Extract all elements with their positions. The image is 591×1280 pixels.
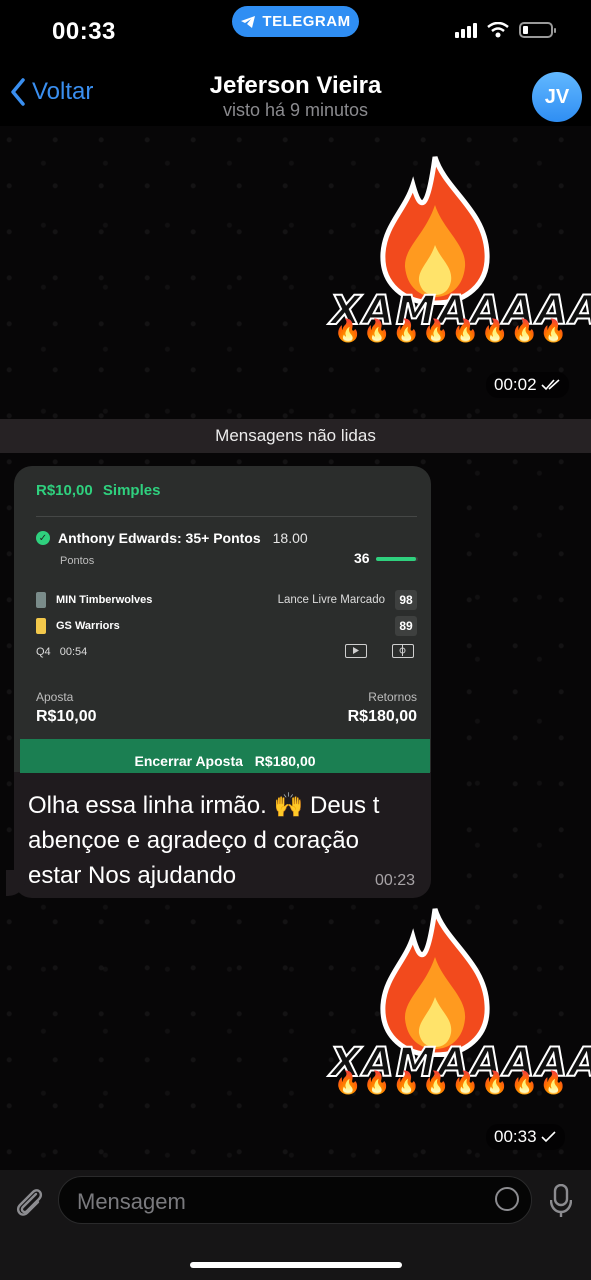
mic-icon[interactable] [550,1184,572,1218]
selection-title: Anthony Edwards: 35+ Pontos [58,530,261,546]
team-1-score: 98 [395,590,417,610]
check-icon [540,1131,556,1143]
status-time: 00:33 [52,18,116,45]
fire-icon: 🔥 [510,318,538,343]
stake-value: R$10,00 [36,708,97,725]
bet-message-bubble[interactable]: R$10,00 Simples ✓ Anthony Edwards: 35+ P… [14,466,431,898]
fire-icon: 🔥 [422,1070,450,1095]
fire-icon: 🔥 [539,1070,568,1095]
progress-value: 36 [354,550,370,566]
paperclip-icon [16,1189,43,1216]
home-indicator[interactable] [190,1262,402,1268]
fire-icon [380,156,490,305]
field-icon[interactable] [392,644,414,658]
sticker-1-time-text: 00:02 [494,375,537,394]
fire-icon: 🔥 [334,318,362,343]
fire-icon: 🔥 [422,318,450,343]
fire-icon: 🔥 [363,318,391,343]
team-2-name: GS Warriors [56,620,120,632]
returns-label: Retornos [368,690,417,704]
message-time: 00:23 [374,872,415,889]
bet-header: R$10,00 Simples [36,482,160,499]
fire-icon: 🔥 [481,1070,509,1095]
returns-value: R$180,00 [347,708,417,725]
status-bar: 00:33 TELEGRAM [0,0,591,60]
fire-icon: 🔥 [392,318,421,343]
cashout-button[interactable]: Encerrar Aposta R$180,00 [20,739,430,773]
divider [36,516,417,517]
fire-icon: 🔥 [334,1070,362,1095]
team-1-name: MIN Timberwolves [56,594,153,606]
fire-icon: 🔥 [481,318,509,343]
team-row-2: GS Warriors 89 [36,616,417,636]
fire-icon: 🔥 [363,1070,391,1095]
sticker-2-fire-row: 🔥 🔥 🔥 🔥 🔥 🔥 🔥 🔥 [334,1070,567,1096]
telegram-pill[interactable]: TELEGRAM [232,6,359,37]
attach-button[interactable] [14,1186,44,1227]
telegram-pill-label: TELEGRAM [262,13,351,30]
game-time: 00:54 [59,646,88,658]
message-placeholder: Mensagem [77,1189,186,1214]
team-row-1: MIN Timberwolves Lance Livre Marcado 98 [36,590,417,610]
sticker-2-time-text: 00:33 [494,1127,537,1146]
telegram-icon [241,15,256,28]
fire-icon: 🔥 [392,1070,421,1095]
game-period: Q4 [36,646,51,658]
selection-odds: 18.00 [272,530,308,546]
video-icon[interactable] [345,644,367,658]
bet-type: Simples [102,482,161,499]
sticker-message-2[interactable]: XAMAAAAA 🔥 🔥 🔥 🔥 🔥 🔥 🔥 🔥 00:33 [320,902,591,1152]
status-icons [455,22,556,38]
play-icon [353,647,359,654]
bet-selection: ✓ Anthony Edwards: 35+ Pontos 18.00 [36,530,308,546]
contact-name[interactable]: Jeferson Vieira [0,72,591,100]
court-icon [399,645,406,656]
sticker-message-1[interactable]: XAMAAAAA 🔥 🔥 🔥 🔥 🔥 🔥 🔥 🔥 00:02 [320,150,591,398]
battery-icon [519,22,556,38]
fire-icon [380,908,490,1057]
team-2-score: 89 [395,616,417,636]
selection-market: Pontos [60,555,95,567]
cashout-label: Encerrar Aposta [134,753,243,769]
stake-label: Aposta [36,690,74,704]
sticker-icon[interactable] [495,1187,519,1211]
wifi-icon [487,22,509,38]
bet-slip-image[interactable]: R$10,00 Simples ✓ Anthony Edwards: 35+ P… [14,466,431,773]
last-seen-status: visto há 9 minutos [222,100,369,120]
sticker-2-time: 00:33 [486,1124,565,1150]
fire-icon: 🔥 [510,1070,538,1095]
message-input[interactable]: Mensagem [58,1176,532,1224]
unread-separator: Mensagens não lidas [0,419,591,453]
progress-bar [376,557,418,561]
team-1-market: Lance Livre Marcado [277,594,385,606]
jersey-icon [36,618,46,634]
signal-icon [455,22,477,38]
bet-stake-head: R$10,00 [36,482,93,499]
sticker-1-fire-row: 🔥 🔥 🔥 🔥 🔥 🔥 🔥 🔥 [334,318,567,344]
avatar[interactable]: JV [532,72,582,122]
double-check-icon [540,379,560,391]
fire-icon: 🔥 [451,318,480,343]
message-caption: Olha essa linha irmão. 🙌 Deus t abençoe … [28,792,380,889]
sticker-1-time: 00:02 [486,372,569,398]
chat-header: Voltar Jeferson Vieira visto há 9 minuto… [0,60,591,126]
cashout-value: R$180,00 [254,753,316,769]
game-clock: Q4 00:54 [36,646,87,658]
fire-icon: 🔥 [539,318,568,343]
fire-icon: 🔥 [451,1070,480,1095]
jersey-icon [36,592,46,608]
check-circle-icon: ✓ [36,531,50,545]
progress-fill [376,557,416,561]
